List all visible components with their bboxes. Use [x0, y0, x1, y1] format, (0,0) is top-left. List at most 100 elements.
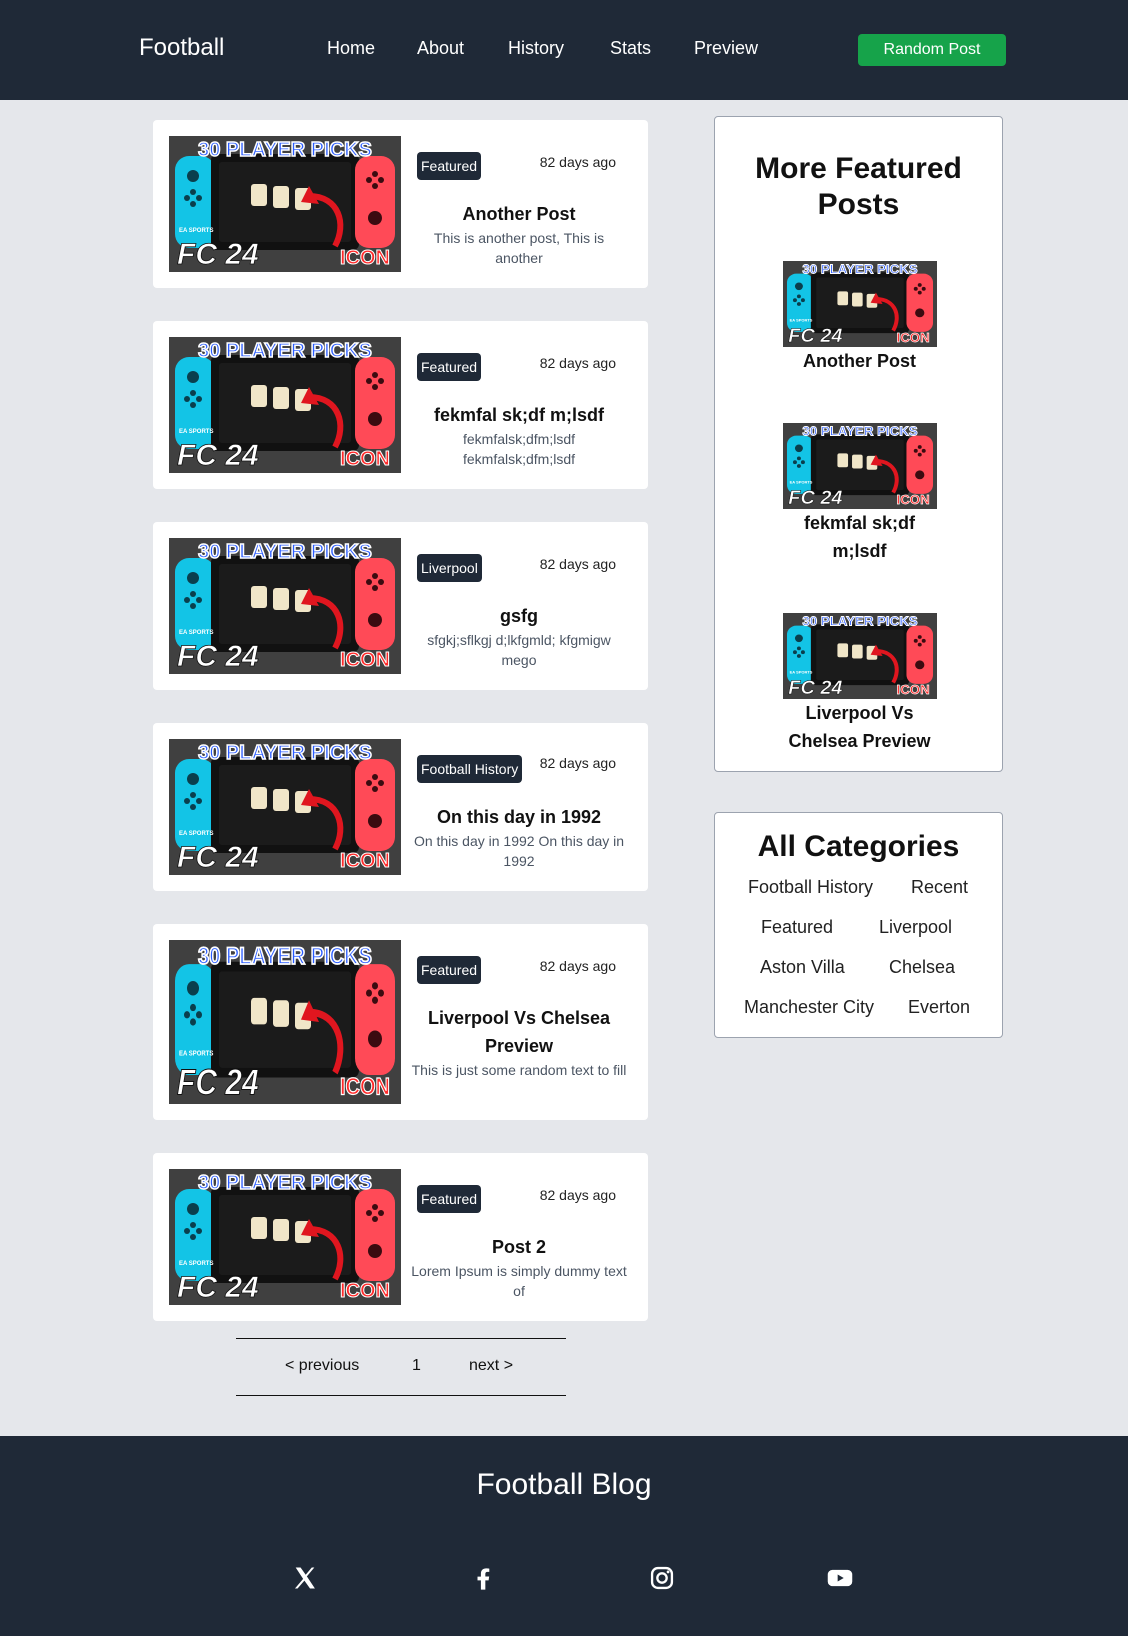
post-excerpt: This is another post, This is another	[433, 230, 605, 266]
svg-text:EA SPORTS: EA SPORTS	[179, 429, 213, 435]
svg-text:ICON: ICON	[897, 330, 930, 345]
svg-text:EA SPORTS: EA SPORTS	[179, 228, 213, 234]
svg-text:FC 24: FC 24	[177, 841, 259, 874]
category-link[interactable]: Liverpool	[879, 917, 952, 938]
post-thumbnail[interactable]: 30 PLAYER PICKS EA SPORTS FC 24 ICON	[169, 739, 401, 875]
categories-panel: All Categories Football History Recent F…	[714, 812, 1003, 1038]
category-badge[interactable]: Featured	[417, 152, 482, 180]
site-brand[interactable]: Football	[139, 34, 224, 62]
footer-title: Football Blog	[476, 1468, 652, 1501]
post-card[interactable]: 30 PLAYER PICKS EA SPORTS FC 24 ICON Foo…	[153, 723, 648, 891]
category-badge[interactable]: Featured	[417, 956, 482, 984]
post-card[interactable]: 30 PLAYER PICKS EA SPORTS FC 24 ICON Fea…	[153, 924, 648, 1120]
svg-text:30 PLAYER PICKS: 30 PLAYER PICKS	[198, 942, 372, 969]
post-title[interactable]: gsfg	[409, 602, 629, 630]
svg-text:ICON: ICON	[340, 1073, 390, 1100]
post-time: 82 days ago	[539, 154, 616, 170]
featured-post-title[interactable]: Liverpool Vs Chelsea Preview	[735, 699, 984, 755]
svg-text:30 PLAYER PICKS: 30 PLAYER PICKS	[802, 262, 918, 277]
post-thumbnail[interactable]: 30 PLAYER PICKS EA SPORTS FC 24 ICON	[169, 1169, 401, 1305]
category-badge[interactable]: Football History	[417, 755, 523, 783]
category-link[interactable]: Football History	[748, 877, 873, 898]
svg-text:ICON: ICON	[340, 448, 390, 470]
categories-heading: All Categories	[757, 830, 960, 863]
category-badge[interactable]: Featured	[417, 1185, 482, 1213]
category-link[interactable]: Featured	[761, 917, 833, 938]
featured-thumbnail[interactable]: 30 PLAYER PICKS EA SPORTS FC 24 ICON	[783, 613, 937, 699]
post-thumbnail[interactable]: 30 PLAYER PICKS EA SPORTS FC 24 ICON	[169, 136, 401, 272]
post-title[interactable]: Liverpool Vs Chelsea Preview	[409, 1004, 629, 1060]
svg-text:FC 24: FC 24	[177, 1063, 259, 1103]
top-navbar: Football Home About History Stats Previe…	[0, 0, 1128, 100]
nav-preview[interactable]: Preview	[694, 38, 758, 59]
svg-text:ICON: ICON	[897, 682, 930, 697]
svg-text:FC 24: FC 24	[177, 1271, 259, 1304]
nav-stats[interactable]: Stats	[610, 38, 651, 59]
post-thumbnail[interactable]: 30 PLAYER PICKS EA SPORTS FC 24 ICON	[169, 337, 401, 473]
post-time: 82 days ago	[539, 556, 616, 572]
post-title[interactable]: On this day in 1992	[409, 803, 629, 831]
post-title[interactable]: Another Post	[409, 200, 629, 228]
post-title[interactable]: fekmfal sk;df m;lsdf	[409, 401, 629, 429]
post-time: 82 days ago	[539, 355, 616, 371]
previous-page-link[interactable]: < previous	[285, 1357, 359, 1375]
svg-text:30 PLAYER PICKS: 30 PLAYER PICKS	[198, 541, 372, 563]
svg-text:30 PLAYER PICKS: 30 PLAYER PICKS	[198, 1172, 372, 1194]
post-card[interactable]: 30 PLAYER PICKS EA SPORTS FC 24 ICON Fea…	[153, 120, 648, 288]
svg-text:ICON: ICON	[340, 1280, 390, 1302]
featured-thumbnail[interactable]: 30 PLAYER PICKS EA SPORTS FC 24 ICON	[783, 261, 937, 347]
pagination: < previous 1 next >	[236, 1338, 566, 1396]
post-card[interactable]: 30 PLAYER PICKS EA SPORTS FC 24 ICON Fea…	[153, 1153, 648, 1321]
post-card[interactable]: 30 PLAYER PICKS EA SPORTS FC 24 ICON Liv…	[153, 522, 648, 690]
svg-text:ICON: ICON	[340, 850, 390, 872]
post-card[interactable]: 30 PLAYER PICKS EA SPORTS FC 24 ICON Fea…	[153, 321, 648, 489]
svg-text:EA SPORTS: EA SPORTS	[790, 480, 813, 485]
svg-text:30 PLAYER PICKS: 30 PLAYER PICKS	[198, 139, 372, 161]
post-thumbnail[interactable]: 30 PLAYER PICKS EA SPORTS FC 24 ICON	[169, 538, 401, 674]
youtube-icon[interactable]	[826, 1564, 854, 1592]
category-link[interactable]: Chelsea	[889, 957, 955, 978]
post-time: 82 days ago	[539, 958, 616, 974]
svg-text:30 PLAYER PICKS: 30 PLAYER PICKS	[198, 742, 372, 764]
featured-post-title[interactable]: Another Post	[735, 347, 984, 375]
svg-text:EA SPORTS: EA SPORTS	[179, 630, 213, 636]
nav-about[interactable]: About	[417, 38, 464, 59]
post-excerpt: Lorem Ipsum is simply dummy text of	[411, 1263, 627, 1299]
featured-thumbnail[interactable]: 30 PLAYER PICKS EA SPORTS FC 24 ICON	[783, 423, 937, 509]
svg-text:FC 24: FC 24	[177, 238, 259, 271]
instagram-icon[interactable]	[648, 1564, 676, 1592]
next-page-link[interactable]: next >	[469, 1357, 513, 1375]
svg-text:FC 24: FC 24	[788, 325, 842, 346]
post-title[interactable]: Post 2	[409, 1233, 629, 1261]
featured-post-title[interactable]: fekmfal sk;df m;lsdf	[735, 509, 984, 565]
post-excerpt: This is just some random text to fill	[411, 1062, 627, 1078]
featured-posts-panel: More Featured Posts 30 PLAYER PICKS EA S…	[714, 116, 1003, 772]
category-badge[interactable]: Featured	[417, 353, 482, 381]
page-number[interactable]: 1	[412, 1357, 421, 1375]
nav-history[interactable]: History	[508, 38, 564, 59]
facebook-icon[interactable]	[469, 1564, 497, 1592]
svg-text:FC 24: FC 24	[177, 640, 259, 673]
category-badge[interactable]: Liverpool	[417, 554, 482, 582]
svg-text:EA SPORTS: EA SPORTS	[179, 1261, 213, 1267]
post-thumbnail[interactable]: 30 PLAYER PICKS EA SPORTS FC 24 ICON	[169, 940, 401, 1104]
category-link[interactable]: Aston Villa	[760, 957, 845, 978]
category-link[interactable]: Everton	[908, 997, 970, 1018]
featured-posts-heading: More Featured Posts	[755, 152, 962, 221]
x-icon[interactable]	[291, 1564, 319, 1592]
post-excerpt: On this day in 1992 On this day in 1992	[413, 833, 625, 869]
svg-text:ICON: ICON	[897, 492, 930, 507]
svg-text:EA SPORTS: EA SPORTS	[179, 831, 213, 837]
category-link[interactable]: Manchester City	[744, 997, 874, 1018]
svg-text:FC 24: FC 24	[788, 487, 842, 508]
svg-text:ICON: ICON	[340, 247, 390, 269]
svg-text:EA SPORTS: EA SPORTS	[179, 1050, 214, 1058]
svg-text:FC 24: FC 24	[177, 439, 259, 472]
post-time: 82 days ago	[539, 1187, 616, 1203]
random-post-button[interactable]: Random Post	[858, 34, 1006, 66]
svg-text:ICON: ICON	[340, 649, 390, 671]
nav-home[interactable]: Home	[327, 38, 375, 59]
category-link[interactable]: Recent	[911, 877, 968, 898]
svg-text:EA SPORTS: EA SPORTS	[790, 670, 813, 675]
post-time: 82 days ago	[539, 755, 616, 771]
